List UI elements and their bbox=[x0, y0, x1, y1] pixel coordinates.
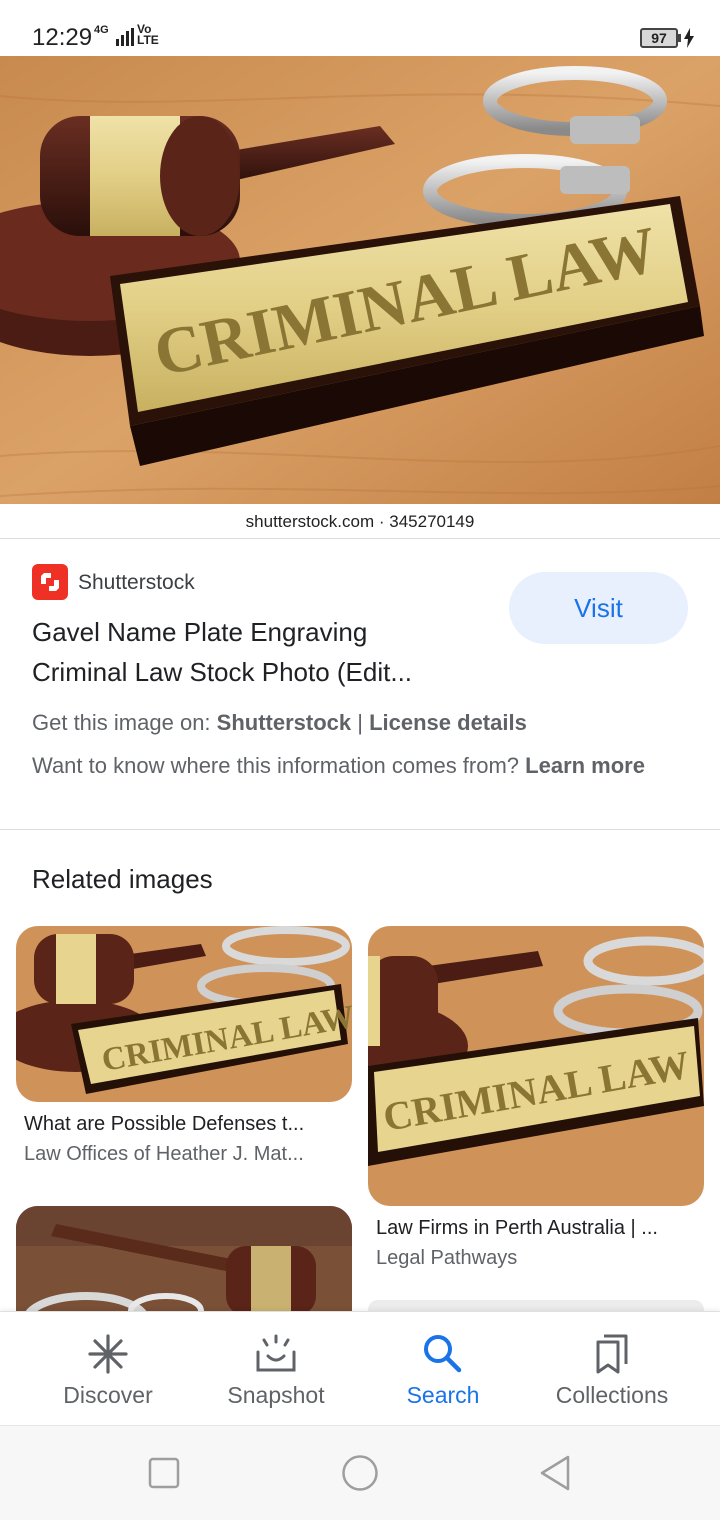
search-icon bbox=[424, 1335, 462, 1373]
main-image[interactable]: CRIMINAL LAW bbox=[0, 56, 720, 504]
network-type: 4G bbox=[94, 24, 109, 36]
shutterstock-logo-icon bbox=[32, 564, 68, 600]
nav-search[interactable]: Search bbox=[353, 1312, 533, 1426]
site-name[interactable]: Shutterstock bbox=[78, 571, 195, 595]
battery-tip bbox=[678, 34, 681, 42]
system-navigation-bar bbox=[0, 1425, 720, 1520]
visit-button[interactable]: Visit bbox=[509, 572, 688, 644]
related-image-thumbnail bbox=[16, 1206, 352, 1326]
license-details-link[interactable]: License details bbox=[369, 710, 527, 735]
info-source-line: Want to know where this information come… bbox=[32, 750, 692, 782]
want-text: Want to know where this information come… bbox=[32, 753, 526, 778]
divider bbox=[0, 829, 720, 830]
status-bar: 12:29 4G Vo LTE 97 bbox=[0, 0, 720, 56]
related-images-heading: Related images bbox=[32, 864, 213, 894]
bottom-navigation: Discover Snapshot Search Collections bbox=[0, 1311, 720, 1425]
related-source-2[interactable]: Legal Pathways bbox=[376, 1247, 696, 1270]
divider bbox=[0, 538, 720, 539]
charging-icon bbox=[684, 28, 694, 48]
nav-collections[interactable]: Collections bbox=[522, 1312, 702, 1426]
result-title-line2: Criminal Law Stock Photo (Edit... bbox=[32, 657, 413, 687]
battery-level: 97 bbox=[651, 30, 667, 46]
related-image-3[interactable] bbox=[16, 1206, 352, 1326]
gavel-nameplate-image: CRIMINAL LAW bbox=[0, 56, 720, 504]
related-image-2[interactable]: CRIMINAL LAW bbox=[368, 926, 704, 1206]
nav-snapshot[interactable]: Snapshot bbox=[186, 1312, 366, 1426]
signal-icon bbox=[116, 28, 134, 46]
snapshot-icon bbox=[256, 1334, 296, 1372]
image-source-caption: shutterstock.com · 345270149 bbox=[0, 504, 720, 538]
nav-label: Discover bbox=[63, 1382, 153, 1408]
recents-icon[interactable] bbox=[148, 1457, 180, 1489]
result-title-line1: Gavel Name Plate Engraving bbox=[32, 617, 368, 647]
collections-icon bbox=[596, 1334, 628, 1374]
nav-label: Search bbox=[406, 1382, 480, 1408]
home-icon[interactable] bbox=[341, 1454, 379, 1492]
nav-discover[interactable]: Discover bbox=[18, 1312, 198, 1426]
related-image-1[interactable]: CRIMINAL LAW bbox=[16, 926, 352, 1102]
related-source-1[interactable]: Law Offices of Heather J. Mat... bbox=[24, 1143, 344, 1166]
asterisk-icon bbox=[88, 1334, 128, 1374]
back-icon[interactable] bbox=[538, 1454, 572, 1492]
related-title-1[interactable]: What are Possible Defenses t... bbox=[24, 1113, 344, 1136]
volte-indicator: Vo LTE bbox=[137, 22, 159, 47]
related-image-thumbnail: CRIMINAL LAW bbox=[16, 926, 352, 1102]
related-image-thumbnail: CRIMINAL LAW bbox=[368, 926, 704, 1206]
get-site-link[interactable]: Shutterstock bbox=[217, 710, 351, 735]
status-time: 12:29 bbox=[32, 24, 93, 51]
learn-more-link[interactable]: Learn more bbox=[525, 753, 645, 778]
nav-label: Snapshot bbox=[227, 1382, 325, 1408]
result-title[interactable]: Gavel Name Plate Engraving Criminal Law … bbox=[32, 612, 482, 692]
get-prefix: Get this image on: bbox=[32, 710, 217, 735]
get-image-line: Get this image on: Shutterstock | Licens… bbox=[32, 710, 527, 736]
related-title-2[interactable]: Law Firms in Perth Australia | ... bbox=[376, 1217, 696, 1240]
get-separator: | bbox=[351, 710, 370, 735]
battery-icon: 97 bbox=[640, 28, 678, 48]
nav-label: Collections bbox=[555, 1382, 669, 1408]
